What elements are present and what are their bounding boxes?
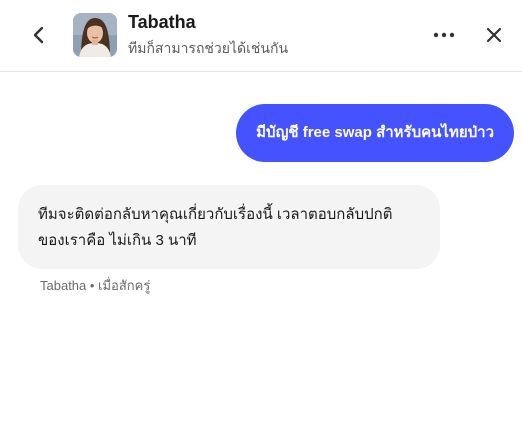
agent-name: Tabatha [128, 12, 196, 32]
agent-message-meta: Tabatha • เมื่อสักครู่ [40, 278, 151, 293]
agent-status: ทีมก็สามารถช่วยได้เช่นกัน [128, 40, 289, 56]
chat-window: Tabatha ทีมก็สามารถช่วยได้เช่นกัน มีบัญช… [0, 0, 522, 438]
chat-header: Tabatha ทีมก็สามารถช่วยได้เช่นกัน [0, 0, 522, 72]
agent-message-bubble: ทีมจะติดต่อกลับหาคุณเกี่ยวกับเรื่องนี้ เ… [18, 185, 440, 269]
more-horizontal-icon [433, 32, 455, 38]
avatar [73, 13, 117, 57]
more-options-button[interactable] [430, 22, 458, 48]
close-icon [486, 27, 502, 43]
user-message-bubble: มีบัญชี free swap สำหรับคนไทยป่าว [236, 104, 514, 162]
back-button[interactable] [26, 22, 52, 48]
chevron-left-icon [33, 26, 44, 44]
close-button[interactable] [480, 21, 508, 49]
